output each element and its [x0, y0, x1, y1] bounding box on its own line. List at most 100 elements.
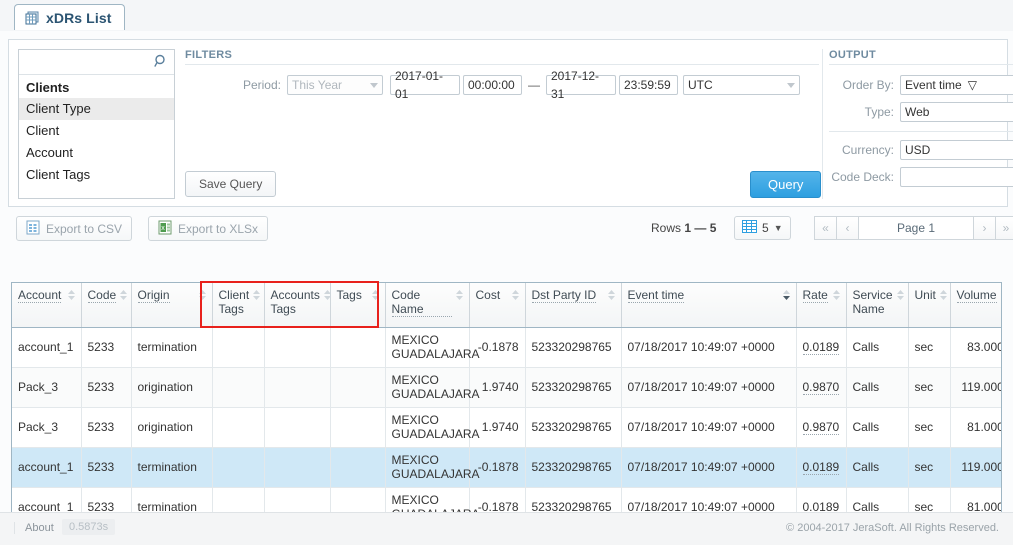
column-header-code-name[interactable]: Code Name [385, 283, 470, 328]
period-label: Period: [242, 78, 281, 92]
column-header-label: Cost [475, 288, 501, 302]
column-header-label: Rate [802, 288, 828, 303]
search-icon[interactable] [154, 54, 168, 68]
table-row[interactable]: account_15233termination MEXICO GUADALAJA… [12, 447, 1001, 488]
type-select[interactable]: Web [900, 102, 1013, 122]
cell-service-name: Calls [846, 447, 909, 488]
column-sort-icon[interactable] [455, 288, 464, 301]
column-header-cost[interactable]: Cost [469, 283, 526, 328]
picker-item-client[interactable]: Client [19, 120, 174, 142]
cell-unit: sec [908, 447, 951, 488]
column-sort-icon[interactable] [832, 288, 841, 301]
table-row[interactable]: Pack_3 5233 origination MEXICO GUADALAJARA 1… [12, 407, 1001, 448]
column-header-event-time[interactable]: Event time [621, 283, 797, 328]
picker-item-client-tags[interactable]: Client Tags [19, 164, 174, 186]
column-sort-icon[interactable] [119, 288, 128, 301]
cell-event-time: 07/18/2017 10:49:07 +0000 [621, 327, 797, 368]
column-header-unit[interactable]: Unit [908, 283, 951, 328]
code-deck-select[interactable] [900, 167, 1013, 187]
column-sort-icon[interactable] [782, 288, 791, 301]
currency-row: Currency: USD [829, 140, 1013, 160]
column-header-label: Service Name [852, 288, 893, 316]
picker-item-client-type[interactable]: Client Type [19, 98, 174, 120]
grid-table-icon [25, 11, 39, 25]
export-csv-label: Export to CSV [46, 221, 123, 236]
cell-code: 5233 [81, 447, 132, 488]
xlsx-file-icon: x [158, 220, 172, 238]
tab-xdrs-list[interactable]: xDRs List [14, 4, 126, 30]
search-input[interactable] [19, 50, 147, 73]
picker-item-partial[interactable] [19, 186, 174, 192]
cell-volume: 83.0000 [950, 327, 1001, 368]
column-sort-icon[interactable] [198, 288, 207, 301]
pager-first-button[interactable]: « [814, 216, 836, 240]
column-sort-icon[interactable] [252, 288, 261, 301]
column-sort-icon[interactable] [896, 288, 905, 301]
order-by-select[interactable]: Event time ▽ [900, 75, 1013, 95]
cell-accounts-tags [264, 407, 331, 448]
timezone-select[interactable]: UTC [683, 75, 800, 95]
order-by-value: Event time [905, 78, 962, 92]
column-header-dst-party-id[interactable]: Dst Party ID [525, 283, 622, 328]
cell-dst-party-id: 523320298765 [525, 407, 622, 448]
chevron-down-icon: ▼ [773, 223, 783, 233]
export-to-csv-button[interactable]: Export to CSV [16, 216, 133, 241]
column-header-rate[interactable]: Rate [796, 283, 847, 328]
column-header-origin[interactable]: Origin [131, 283, 213, 328]
time-to-input[interactable]: 23:59:59 [619, 75, 678, 95]
column-header-volume[interactable]: Volume [950, 283, 1001, 328]
column-header-label: Client Tags [218, 288, 250, 316]
period-select[interactable]: This Year [287, 75, 383, 95]
cell-unit: sec [908, 327, 951, 368]
page-size-selector[interactable]: 5 ▼ [734, 216, 791, 240]
sort-desc-icon[interactable]: ▽ [968, 76, 977, 94]
column-header-label: Code Name [391, 288, 452, 317]
table-row[interactable]: account_15233termination MEXICO GUADALAJA… [12, 327, 1001, 368]
date-from-input[interactable]: 2017-01-01 [390, 69, 460, 101]
copyright-text: © 2004-2017 JeraSoft. All Rights Reserve… [786, 522, 999, 534]
column-header-label: Volume [956, 288, 997, 303]
svg-text:x: x [161, 225, 165, 232]
column-header-code[interactable]: Code [81, 283, 132, 328]
export-to-xlsx-button[interactable]: x Export to XLSx [148, 216, 269, 241]
pager-prev-button[interactable]: ‹ [836, 216, 858, 240]
column-header-service-name[interactable]: Service Name [846, 283, 909, 328]
currency-select[interactable]: USD [900, 140, 1013, 160]
pager-last-button[interactable]: » [995, 216, 1013, 240]
tab-label: xDRs List [46, 9, 112, 26]
cell-code-name: MEXICO GUADALAJARA [385, 447, 480, 488]
column-header-tags[interactable]: Tags [330, 283, 386, 328]
column-header-client-type[interactable]: Account [12, 283, 82, 328]
filter-field-picker: Clients Client Type Client Account Clien… [18, 49, 175, 199]
column-sort-icon[interactable] [67, 288, 76, 301]
column-sort-icon[interactable] [511, 288, 520, 301]
table-row[interactable]: Pack_3 5233 origination MEXICO GUADALAJARA 1… [12, 367, 1001, 408]
query-button[interactable]: Query [750, 171, 822, 198]
pager-page-label[interactable]: Page 1 [858, 216, 973, 240]
cell-cost: -0.1878 [469, 447, 526, 488]
cell-origin: termination [131, 327, 213, 368]
save-query-button[interactable]: Save Query [185, 171, 277, 197]
cell-tags [330, 407, 386, 448]
about-link[interactable]: About [14, 522, 54, 534]
cell-client-tags [212, 407, 265, 448]
pager-next-button[interactable]: › [973, 216, 995, 240]
page-size-value: 5 [762, 221, 769, 235]
cell-service-name: Calls [846, 407, 909, 448]
column-sort-icon[interactable] [371, 288, 380, 301]
column-header-accounts-tags[interactable]: Accounts Tags [264, 283, 331, 328]
picker-item-account[interactable]: Account [19, 142, 174, 164]
date-to-input[interactable]: 2017-12-31 [546, 69, 616, 101]
rows-range: 1 — 5 [684, 221, 717, 235]
rows-counter: Rows 1 — 5 [651, 221, 716, 235]
column-sort-icon[interactable] [939, 288, 948, 301]
type-row: Type: Web [829, 102, 1013, 122]
filters-title: FILTERS [185, 49, 819, 65]
column-sort-icon[interactable] [607, 288, 616, 301]
column-header-label: Code [87, 288, 117, 303]
column-header-client-tags[interactable]: Client Tags [212, 283, 265, 328]
timezone-value: UTC [688, 78, 713, 92]
cell-accounts-tags [264, 367, 331, 408]
time-from-input[interactable]: 00:00:00 [463, 75, 522, 95]
range-dash: — [528, 78, 540, 92]
